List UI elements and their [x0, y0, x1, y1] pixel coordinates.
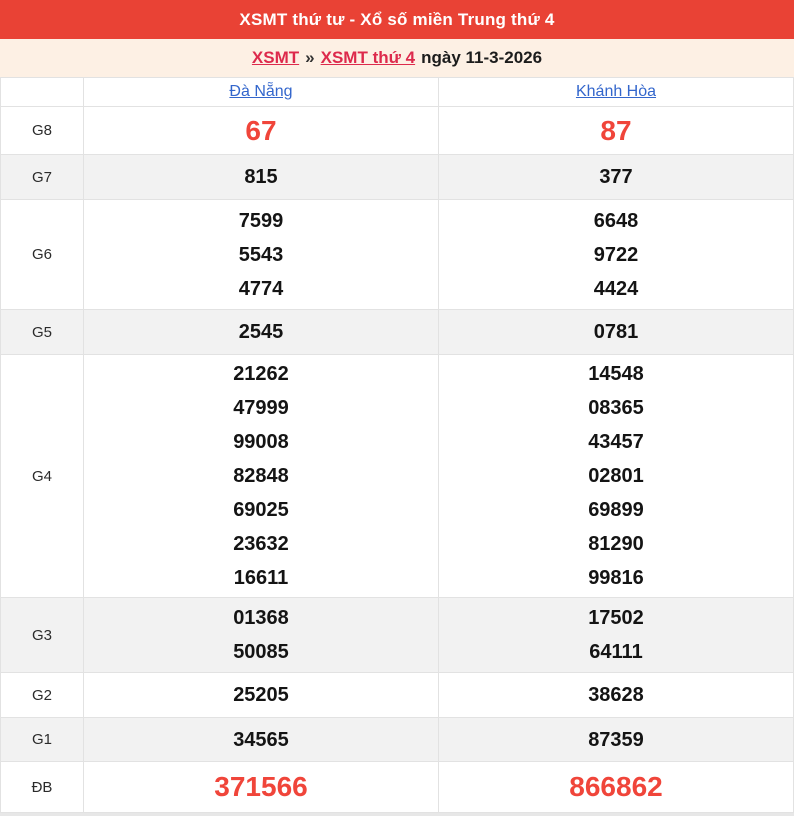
province-link-da-nang[interactable]: Đà Nẵng [229, 83, 292, 100]
prize-number: 08365 [588, 397, 644, 419]
table-row-g5: G5 2545 0781 [0, 309, 794, 355]
prize-label-g6: G6 [0, 199, 84, 310]
title-bar: XSMT thứ tư - Xổ số miền Trung thứ 4 [0, 0, 794, 39]
prize-number: 64111 [589, 641, 643, 663]
prize-number: 81290 [588, 533, 644, 555]
table-row-g8: G8 67 87 [0, 106, 794, 155]
prize-number: 0781 [593, 321, 639, 343]
prize-number: 69899 [588, 499, 644, 521]
breadcrumb-separator: » [305, 48, 315, 67]
prize-number: 21262 [233, 363, 289, 385]
prize-number: 38628 [588, 684, 644, 706]
prize-number: 866862 [569, 771, 663, 802]
province-link-khanh-hoa[interactable]: Khánh Hòa [576, 83, 656, 100]
prize-number: 02801 [588, 465, 644, 487]
prize-number: 47999 [233, 397, 289, 419]
prize-number: 43457 [588, 431, 644, 453]
table-row-g7: G7 815 377 [0, 154, 794, 200]
prize-number: 5543 [238, 243, 284, 266]
prize-number: 377 [599, 166, 633, 188]
breadcrumb: XSMT » XSMT thứ 4 ngày 11-3-2026 [0, 39, 794, 77]
prize-label-g4: G4 [0, 354, 84, 598]
prize-number: 4424 [593, 277, 639, 300]
breadcrumb-date: ngày 11-3-2026 [421, 48, 543, 67]
prize-number: 9722 [593, 243, 639, 266]
prize-number: 82848 [233, 465, 289, 487]
prize-number: 69025 [233, 499, 289, 521]
results-table: Đà Nẵng Khánh Hòa G8 67 87 G7 815 377 G6… [0, 77, 794, 813]
prize-number: 4774 [238, 277, 284, 300]
prize-number: 87359 [588, 728, 644, 751]
table-row-g1: G1 34565 87359 [0, 717, 794, 762]
prize-label-g2: G2 [0, 672, 84, 718]
prize-number: 87 [600, 114, 632, 146]
prize-label-g1: G1 [0, 717, 84, 762]
prize-label-g5: G5 [0, 309, 84, 355]
table-row-g4: G4 21262 47999 99008 82848 69025 23632 1… [0, 354, 794, 598]
prize-number: 67 [245, 114, 277, 146]
prize-number: 99008 [233, 431, 289, 453]
prize-number: 815 [244, 166, 278, 188]
prize-label-g7: G7 [0, 154, 84, 200]
table-row-db: ĐB 371566 866862 [0, 761, 794, 813]
prize-number: 17502 [588, 607, 644, 629]
lottery-results-page: XSMT thứ tư - Xổ số miền Trung thứ 4 XSM… [0, 0, 794, 816]
prize-number: 50085 [233, 641, 289, 663]
prize-number: 16611 [233, 567, 289, 589]
prize-number: 01368 [233, 607, 289, 629]
prize-label-g8: G8 [0, 106, 84, 155]
header-empty-cell [0, 77, 84, 107]
column-header-da-nang: Đà Nẵng [83, 77, 439, 107]
prize-number: 6648 [593, 209, 639, 232]
prize-number: 371566 [214, 771, 308, 802]
table-header-row: Đà Nẵng Khánh Hòa [0, 77, 794, 107]
prize-number: 14548 [588, 363, 644, 385]
table-row-g6: G6 7599 5543 4774 6648 9722 4424 [0, 199, 794, 310]
prize-number: 34565 [233, 728, 289, 751]
table-row-g2: G2 25205 38628 [0, 672, 794, 718]
prize-number: 25205 [233, 684, 289, 706]
table-row-g3: G3 01368 50085 17502 64111 [0, 597, 794, 673]
column-header-khanh-hoa: Khánh Hòa [438, 77, 794, 107]
prize-label-db: ĐB [0, 761, 84, 813]
prize-number: 99816 [588, 567, 644, 589]
breadcrumb-link-xsmt-thu4[interactable]: XSMT thứ 4 [321, 48, 415, 68]
prize-label-g3: G3 [0, 597, 84, 673]
prize-number: 7599 [238, 209, 284, 232]
prize-number: 23632 [233, 533, 289, 555]
page-title: XSMT thứ tư - Xổ số miền Trung thứ 4 [239, 9, 555, 29]
breadcrumb-link-xsmt[interactable]: XSMT [252, 48, 299, 68]
prize-number: 2545 [238, 321, 284, 343]
